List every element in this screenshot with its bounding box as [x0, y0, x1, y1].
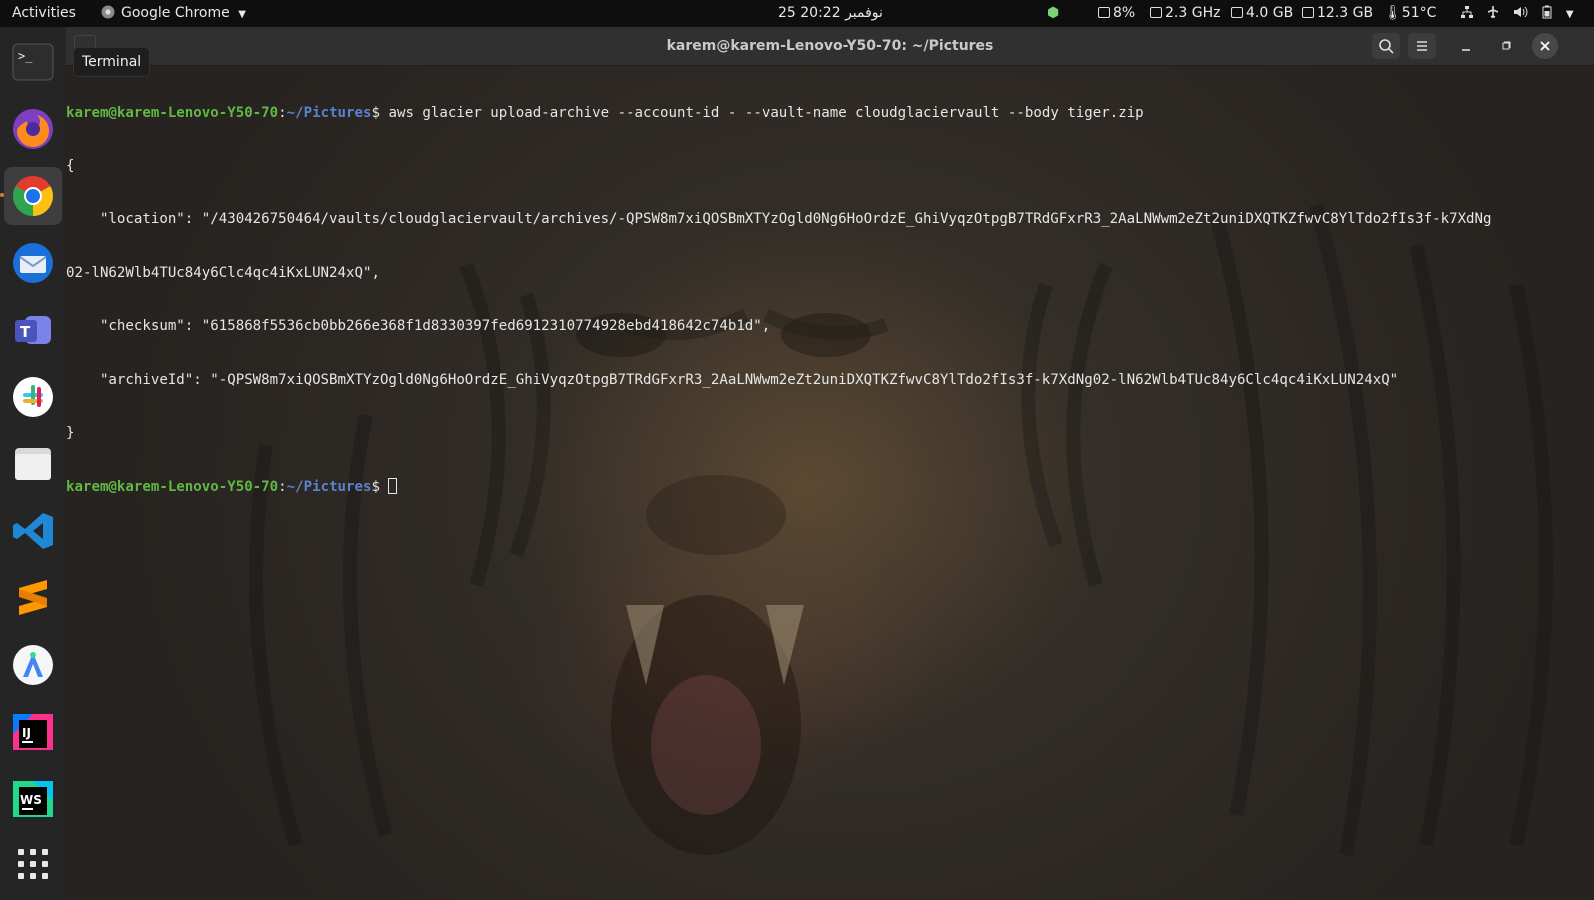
prompt-separator: : — [278, 104, 287, 121]
teams-icon: T — [15, 316, 51, 344]
current-prompt-line[interactable]: karem@karem-Lenovo-Y50-70:~/Pictures$ — [66, 478, 1594, 496]
minimize-button[interactable] — [1452, 33, 1480, 59]
show-apps-icon — [18, 849, 48, 879]
system-menu[interactable]: ▼ — [1460, 0, 1582, 27]
prompt-end: $ — [371, 104, 389, 121]
prompt-path: ~/Pictures — [286, 479, 372, 496]
hamburger-menu-button[interactable] — [1408, 33, 1436, 59]
close-button[interactable] — [1532, 33, 1558, 59]
dock-teams[interactable]: T — [4, 301, 62, 359]
clock[interactable]: 25 نوفمبر 20:22 — [778, 0, 883, 27]
prompt-user: karem@karem-Lenovo-Y50-70 — [66, 104, 279, 121]
memory-value: 4.0 GB — [1246, 5, 1294, 21]
chrome-icon — [13, 176, 53, 216]
hamburger-icon — [1417, 41, 1427, 51]
freq-indicator[interactable]: 2.3 GHz — [1150, 0, 1220, 27]
app-menu-label: Google Chrome — [121, 5, 230, 21]
chrome-small-icon — [101, 5, 115, 19]
chip-icon — [1150, 7, 1162, 18]
dock-tooltip: Terminal — [73, 47, 151, 77]
swap-icon — [1302, 7, 1314, 18]
intellij-icon: IJ — [13, 714, 53, 750]
freq-value: 2.3 GHz — [1165, 5, 1221, 21]
memory-indicator[interactable]: 4.0 GB — [1231, 0, 1293, 27]
dock-android-studio[interactable] — [4, 636, 62, 694]
dock-files[interactable] — [4, 435, 62, 493]
output-line: } — [66, 424, 75, 441]
cpu-indicator[interactable]: 8% — [1098, 0, 1135, 27]
files-icon — [15, 448, 51, 480]
cpu-icon — [1098, 7, 1110, 18]
terminal-output[interactable]: karem@karem-Lenovo-Y50-70:~/Pictures$ aw… — [66, 69, 1594, 900]
output-line: { — [66, 157, 75, 174]
prompt-end: $ — [371, 479, 389, 496]
output-line: 02-lN62Wlb4TUc84y6Clc4qc4iKxLUN24xQ", — [66, 264, 380, 281]
thermometer-icon: 🌡 — [1384, 5, 1402, 21]
minimize-icon — [1462, 49, 1470, 51]
dock: >_ T IJ WS — [0, 27, 66, 900]
battery-icon — [1542, 5, 1552, 19]
svg-text:T: T — [20, 323, 31, 341]
terminal-icon: >_ — [12, 43, 54, 81]
webstorm-icon: WS — [13, 781, 53, 817]
output-line: "archiveId": "-QPSW8m7xiQOSBmXTYzOgld0Ng… — [66, 371, 1399, 388]
temperature-indicator[interactable]: 🌡51°C — [1384, 0, 1436, 27]
thunderbird-icon — [13, 243, 53, 283]
text-cursor — [388, 478, 398, 495]
terminal-titlebar[interactable]: karem@karem-Lenovo-Y50-70: ~/Pictures — [66, 27, 1594, 66]
output-line: "location": "/430426750464/vaults/cloudg… — [66, 211, 1492, 228]
svg-text:WS: WS — [20, 793, 42, 807]
swap-value: 12.3 GB — [1317, 5, 1374, 21]
dock-terminal[interactable]: >_ — [4, 33, 62, 91]
prompt-user: karem@karem-Lenovo-Y50-70 — [66, 479, 279, 496]
chevron-down-icon: ▼ — [1565, 9, 1582, 20]
window-title: karem@karem-Lenovo-Y50-70: ~/Pictures — [666, 38, 994, 54]
command-line: karem@karem-Lenovo-Y50-70:~/Pictures$ aw… — [66, 105, 1594, 123]
dock-webstorm[interactable]: WS — [4, 770, 62, 828]
search-icon — [1379, 39, 1394, 54]
top-bar: Activities Google Chrome ▼ 25 نوفمبر 20:… — [0, 0, 1594, 27]
temperature-value: 51°C — [1401, 5, 1437, 21]
maximize-button[interactable] — [1492, 33, 1520, 59]
dock-show-apps[interactable] — [4, 835, 62, 893]
prompt-path: ~/Pictures — [286, 104, 372, 121]
close-icon — [1540, 41, 1550, 51]
running-indicator — [0, 193, 4, 197]
activities-button[interactable]: Activities — [12, 0, 76, 27]
cpu-value: 8% — [1113, 5, 1136, 21]
terminal-window[interactable]: karem@karem-Lenovo-Y50-70: ~/Pictures ka… — [66, 27, 1594, 900]
airplane-icon — [1488, 6, 1499, 18]
firefox-icon — [13, 109, 53, 149]
svg-text:IJ: IJ — [22, 726, 31, 740]
memory-icon — [1231, 7, 1243, 18]
shield-icon[interactable]: ⬢ — [1047, 0, 1059, 27]
android-studio-icon — [13, 645, 53, 685]
swap-indicator[interactable]: 12.3 GB — [1302, 0, 1373, 27]
network-icon — [1461, 6, 1473, 18]
prompt-separator: : — [278, 479, 287, 496]
output-line: "checksum": "615868f5536cb0bb266e368f1d8… — [66, 318, 771, 335]
svg-text:>_: >_ — [18, 49, 33, 63]
dock-thunderbird[interactable] — [4, 234, 62, 292]
dock-chrome[interactable] — [4, 167, 62, 225]
app-menu[interactable]: Google Chrome ▼ — [101, 0, 246, 27]
volume-icon — [1513, 6, 1528, 18]
vscode-icon — [13, 513, 53, 549]
slack-icon — [13, 377, 53, 417]
sublime-icon — [19, 580, 47, 615]
restore-icon — [1502, 41, 1511, 50]
dock-slack[interactable] — [4, 368, 62, 426]
dock-sublime[interactable] — [4, 569, 62, 627]
dock-firefox[interactable] — [4, 100, 62, 158]
search-button[interactable] — [1372, 33, 1400, 59]
dock-intellij[interactable]: IJ — [4, 703, 62, 761]
dock-vscode[interactable] — [4, 502, 62, 560]
command-text: aws glacier upload-archive --account-id … — [388, 104, 1144, 121]
chevron-down-icon: ▼ — [238, 9, 246, 20]
